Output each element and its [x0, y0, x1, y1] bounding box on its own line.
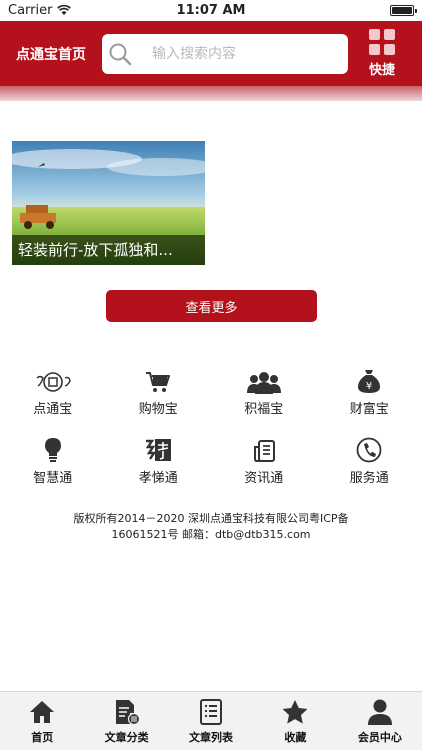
article-card[interactable]: 轻装前行-放下孤独和...: [12, 141, 205, 265]
service-label: 资讯通: [244, 471, 284, 486]
svg-text:¥: ¥: [366, 381, 372, 392]
star-icon: [282, 700, 308, 724]
service-label: 孝悌通: [138, 471, 178, 486]
home-icon: [30, 701, 55, 723]
service-label: 智慧通: [33, 471, 73, 486]
service-label: 点通宝: [33, 402, 73, 417]
tab-label: 文章分类: [104, 731, 149, 744]
carrier-text: Carrier: [8, 3, 53, 18]
service-xiaoti[interactable]: 孝悌通: [106, 435, 212, 504]
tab-article-category[interactable]: 文章分类: [84, 692, 168, 750]
article-caption: 轻装前行-放下孤独和...: [12, 235, 205, 265]
article-category-icon: [115, 700, 140, 726]
search-input[interactable]: [152, 45, 332, 62]
services-grid: 点通宝 购物宝 积福宝 ¥ 财富宝 智慧通 孝悌通 资讯通 服务通: [0, 366, 422, 504]
wifi-icon: [57, 5, 72, 15]
article-list-icon: [200, 699, 223, 725]
dtb-logo-icon: [36, 372, 71, 392]
news-icon: [253, 440, 275, 462]
service-dtb[interactable]: 点通宝: [0, 366, 106, 435]
phone-icon: [356, 437, 382, 463]
copyright-line-1: 版权所有2014－2020 深圳点通宝科技有限公司粤ICP备: [73, 512, 349, 525]
people-group-icon: [246, 372, 281, 394]
search-icon: [109, 43, 132, 65]
shopping-cart-icon: [146, 372, 171, 392]
filial-icon: [146, 439, 172, 461]
header: 点通宝首页 快捷: [0, 21, 422, 86]
tab-home[interactable]: 首页: [0, 692, 84, 750]
quick-label: 快捷: [368, 63, 395, 78]
tab-label: 收藏: [284, 731, 307, 744]
service-label: 购物宝: [138, 402, 178, 417]
tab-label: 首页: [31, 731, 54, 744]
service-zixun[interactable]: 资讯通: [211, 435, 317, 504]
status-bar: Carrier 11:07 AM: [0, 0, 422, 21]
service-fuwu[interactable]: 服务通: [317, 435, 422, 504]
battery-icon: [390, 5, 417, 16]
service-shopping[interactable]: 购物宝: [106, 366, 212, 435]
service-label: 积福宝: [244, 402, 284, 417]
service-zhihui[interactable]: 智慧通: [0, 435, 106, 504]
grid-icon: [369, 29, 395, 55]
tab-label: 文章列表: [189, 731, 234, 744]
page-title: 点通宝首页: [16, 46, 86, 63]
quick-button[interactable]: 快捷: [348, 21, 416, 86]
copyright-line-2: 16061521号 邮箱：dtb@dtb315.com: [111, 528, 311, 541]
header-shadow: [0, 86, 422, 101]
services-row: 点通宝 购物宝 积福宝 ¥ 财富宝: [0, 366, 422, 435]
tab-favorites[interactable]: 收藏: [253, 692, 337, 750]
service-jifu[interactable]: 积福宝: [211, 366, 317, 435]
lightbulb-icon: [44, 438, 61, 462]
service-label: 服务通: [349, 471, 389, 486]
services-row: 智慧通 孝悌通 资讯通 服务通: [0, 435, 422, 504]
user-icon: [367, 699, 392, 725]
service-caifu[interactable]: ¥ 财富宝: [317, 366, 422, 435]
tab-label: 会员中心: [357, 731, 402, 744]
status-left: Carrier: [8, 3, 72, 18]
copyright-text: 版权所有2014－2020 深圳点通宝科技有限公司粤ICP备 16061521号…: [0, 511, 422, 543]
tab-article-list[interactable]: 文章列表: [169, 692, 253, 750]
search-box[interactable]: [102, 33, 348, 74]
tab-bar: 首页 文章分类 文章列表 收藏 会员中心: [0, 691, 422, 750]
tab-member-center[interactable]: 会员中心: [338, 692, 422, 750]
view-more-button[interactable]: 查看更多: [106, 290, 317, 322]
service-label: 财富宝: [349, 402, 389, 417]
money-bag-icon: ¥: [358, 370, 381, 393]
